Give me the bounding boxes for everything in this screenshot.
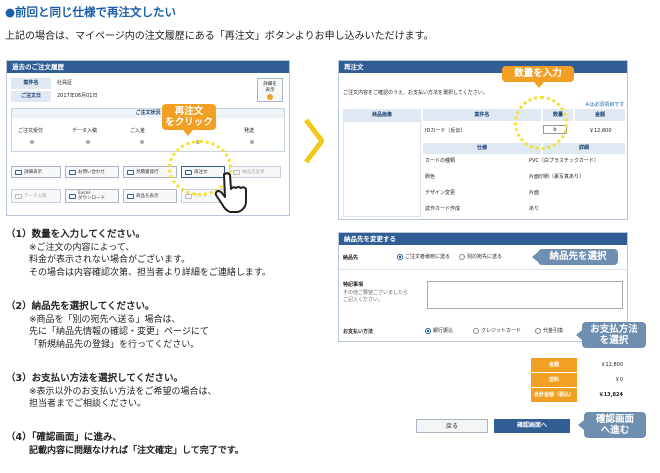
payment-option-bank[interactable]: 銀行振込 — [425, 327, 453, 334]
quantity-highlight-ring — [514, 96, 568, 150]
totals-table: 金額 ￥12,800 送料 ￥0 合計金額（税込） ￥13,824 — [531, 358, 627, 402]
step-dot-2 — [86, 140, 90, 144]
reorder-panel: 再注文 ご注文内容をご確認のうえ、お支払い方法を選択してください。 ※は必須項目… — [338, 60, 628, 220]
callout-delivery-pointer — [532, 252, 538, 262]
arrow-circle-icon — [267, 94, 273, 100]
row-label-date: ご注文日 — [11, 91, 51, 102]
spec-key-4: 試作カード作成 — [425, 206, 461, 212]
detail-show-button[interactable]: 詳細を 表示 — [257, 78, 283, 102]
callout-reorder-click: 再注文 をクリック — [162, 104, 216, 130]
spec-header: 仕様 — [423, 143, 541, 154]
delivery-option-orderer[interactable]: ご注文者様宛に送る — [397, 253, 450, 260]
reorder-title: 再注文 — [339, 61, 627, 73]
back-button[interactable]: 戻る — [416, 419, 488, 433]
col-product-image: 商品画像 — [343, 109, 421, 121]
product-image-area — [343, 121, 421, 217]
delivery-title: 納品先を変更する — [339, 233, 627, 245]
instruction-1: （1）数量を入力してください。 ※ご注文の内容によって、 料金が表示されない場合… — [6, 229, 271, 278]
callout-confirm: 確認画面 へ進む — [584, 412, 646, 438]
detail-view-button[interactable]: 詳細表示 — [11, 166, 61, 178]
spec-key-3: デザイン変更 — [425, 190, 456, 196]
order-history-title: 過去のご注文履歴 — [7, 61, 289, 73]
spec-key-2: 刷色 — [425, 174, 436, 180]
instruction-3: （3）お支払い方法を選択してください。 ※表示以外のお支払い方法をご希望の場合は… — [6, 373, 217, 409]
inquiry-button[interactable]: お問い合わせ — [65, 166, 119, 178]
callout-quantity: 数量を入力 — [502, 66, 574, 82]
callout-reorder-pointer — [183, 130, 193, 136]
step-2: データ入稿 — [72, 128, 98, 134]
memo-textarea[interactable] — [427, 281, 623, 309]
instruction-2: （2）納品先を選択してください。 ※商品を「別の宛先へ送る」場合は、 先に「納品… — [6, 301, 209, 350]
section-heading: ●前回と同じ仕様で再注文したい — [5, 5, 177, 19]
document-icon — [15, 169, 22, 175]
status-title: ご注文状況 — [12, 109, 284, 118]
step-3: ご入金 — [130, 128, 146, 134]
step-dot-5 — [250, 140, 254, 144]
memo-hint: その他ご要望ございましたら ご記入ください。 — [343, 290, 409, 303]
callout-quantity-pointer — [534, 82, 544, 88]
payment-label: お支払い方法 — [343, 329, 374, 335]
step-dot-1 — [30, 140, 34, 144]
show-product-button[interactable]: 商品を表示 — [123, 189, 177, 203]
reorder-note: ご注文内容をご確認のうえ、お支払い方法を選択してください。 — [343, 90, 488, 96]
callout-payment-pointer — [576, 330, 582, 340]
confirm-screen-button[interactable]: 確認画面へ — [494, 419, 570, 433]
hand-pointer-icon — [214, 172, 247, 213]
payment-option-card[interactable]: クレジットカード — [473, 327, 521, 334]
row-value-name: 社員証 — [57, 80, 73, 86]
mail-icon — [69, 169, 76, 175]
product-amount: ￥12,800 — [589, 128, 612, 134]
required-note: ※は必須項目です — [585, 102, 625, 108]
callout-delivery: 納品先を選択 — [538, 249, 618, 265]
spec-val-4: あり — [529, 206, 540, 212]
spec-val-3: 片面 — [529, 190, 540, 196]
row-label-name: 案件名 — [11, 78, 51, 89]
totals-row-shipping: 送料 ￥0 — [531, 373, 627, 387]
upload-icon — [15, 193, 22, 199]
step-5: 発送 — [244, 128, 255, 134]
radio-icon — [459, 253, 465, 260]
spec-val-1: PVC（白プラスチックカード） — [529, 158, 599, 164]
radio-icon — [473, 327, 479, 334]
data-upload-button[interactable]: データ入稿 — [11, 189, 61, 203]
row-value-date: 2017年06月01日 — [57, 93, 98, 99]
payment-option-cod[interactable]: 代金引換 — [535, 327, 563, 334]
callout-confirm-pointer — [578, 420, 584, 430]
delivery-divider — [339, 269, 627, 270]
delivery-label: 納品先 — [343, 255, 359, 261]
totals-row-amount: 金額 ￥12,800 — [531, 358, 627, 372]
next-arrow-icon — [304, 118, 324, 164]
instruction-4: （4）「確認画面」に進み、 記載内容に問題なければ「注文確定」して完了です。 — [6, 432, 244, 456]
product-name: IDカード（反伝） — [425, 128, 466, 134]
spec-val-2: 片面印刷（裏写真あり） — [529, 174, 585, 180]
step-dot-3 — [140, 140, 144, 144]
printer-icon — [127, 169, 134, 175]
radio-icon — [535, 327, 541, 334]
callout-payment: お支払方法 を選択 — [582, 322, 646, 348]
box-icon — [127, 193, 134, 199]
radio-selected-icon — [397, 253, 403, 260]
excel-icon — [69, 193, 76, 199]
step-1: ご注文受付 — [18, 128, 44, 134]
radio-selected-icon — [425, 327, 431, 334]
totals-row-total: 合計金額（税込） ￥13,824 — [531, 388, 627, 402]
memo-label: 特記事項 — [343, 282, 364, 288]
status-box: ご注文状況 ご注文受付 データ入稿 ご入金 発送 — [11, 108, 285, 152]
excel-download-button[interactable]: Excel ダウンロード — [65, 189, 119, 203]
delivery-option-other[interactable]: 別の宛先に送る — [459, 253, 502, 260]
spec-key-1: カードの種類 — [425, 158, 456, 164]
intro-text: 上記の場合は、マイページ内の注文履歴にある「再注文」ボタンよりお申し込みいただけ… — [5, 31, 434, 42]
col-amount: 金額 — [575, 109, 625, 121]
